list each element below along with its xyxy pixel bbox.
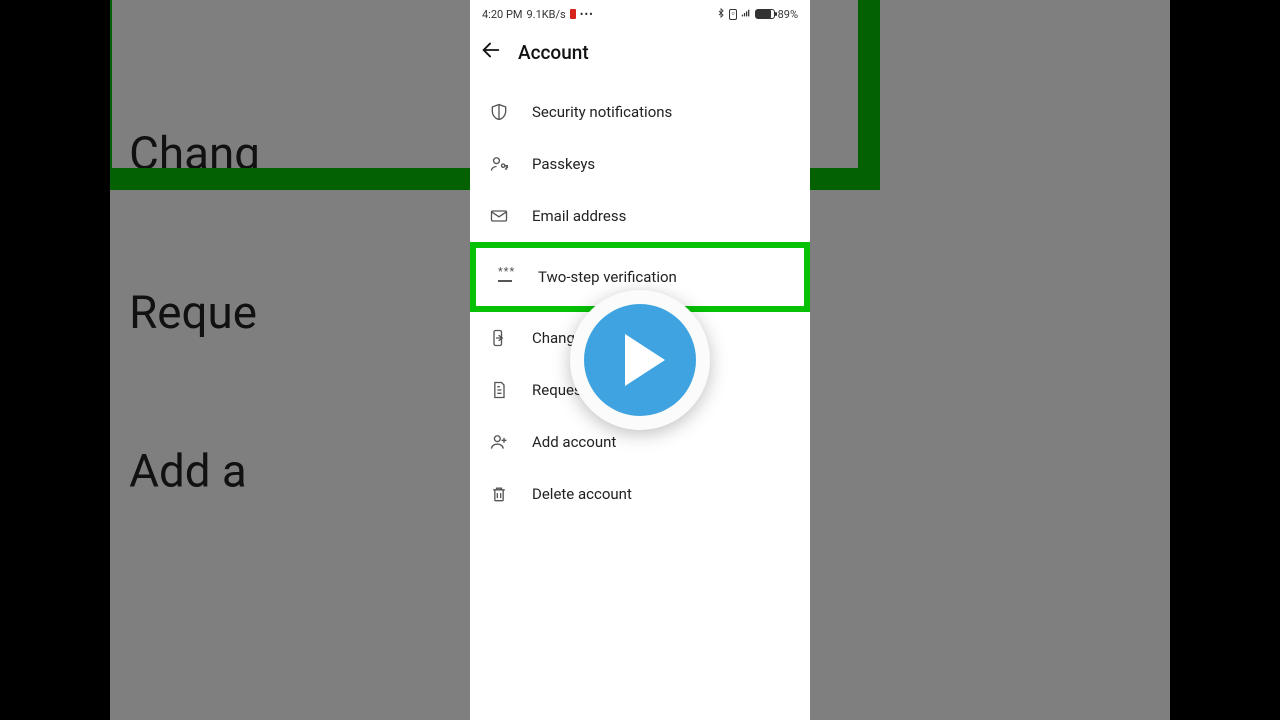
person-add-icon (488, 431, 510, 453)
menu-item-email[interactable]: Email address (470, 190, 810, 242)
trash-icon (488, 483, 510, 505)
menu-item-passkeys[interactable]: Passkeys (470, 138, 810, 190)
video-play-button[interactable] (570, 290, 710, 430)
menu-label: Add account (532, 433, 616, 451)
signal-icon (740, 8, 752, 21)
watermark-logo-icon: K (749, 35, 791, 75)
menu-label: Delete account (532, 485, 632, 503)
device-move-icon (488, 327, 510, 349)
shield-icon (488, 101, 510, 123)
back-button[interactable] (480, 39, 502, 66)
mail-icon (488, 205, 510, 227)
status-time: 4:20 PM (482, 8, 522, 21)
battery-icon (755, 9, 775, 19)
more-status-icon: ••• (580, 8, 594, 21)
status-net-speed: 9.1KB/s (526, 8, 565, 21)
play-icon (625, 334, 665, 386)
pillarbox-right (1170, 0, 1280, 720)
menu-item-delete-account[interactable]: Delete account (470, 468, 810, 520)
watermark-text: KINEMASTER (744, 77, 797, 85)
pillarbox-left (0, 0, 110, 720)
file-icon (488, 379, 510, 401)
recording-indicator-icon (570, 9, 576, 19)
menu-label: Two-step verification (538, 268, 677, 286)
menu-label: Email address (532, 207, 626, 225)
pin-icon (494, 266, 516, 288)
kinemaster-watermark: K KINEMASTER (745, 35, 795, 85)
menu-label: Security notifications (532, 103, 672, 121)
menu-label: Passkeys (532, 155, 595, 173)
battery-percent: 89% (778, 8, 798, 21)
menu-item-security-notifications[interactable]: Security notifications (470, 86, 810, 138)
sim-icon: ▫ (729, 9, 736, 20)
bluetooth-icon (716, 7, 726, 22)
status-bar: 4:20 PM 9.1KB/s ••• ▫ 89% (470, 0, 810, 28)
page-title: Account (518, 41, 589, 64)
person-key-icon (488, 153, 510, 175)
